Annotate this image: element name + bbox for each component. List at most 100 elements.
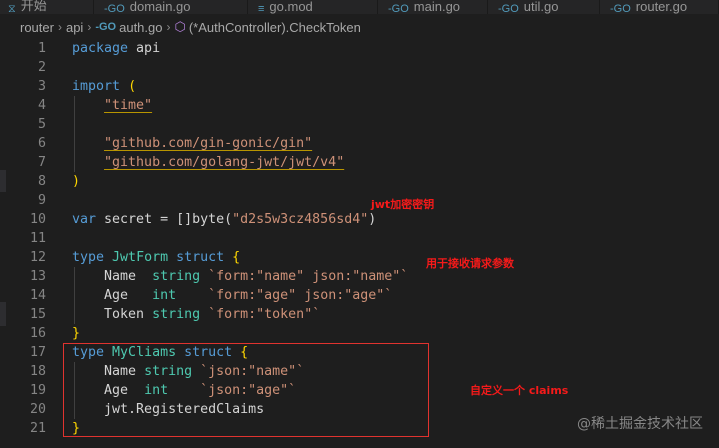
breadcrumb: router › api › -GO auth.go › ⬡ (*AuthCon… [0,14,719,40]
chevron-right-icon: › [57,20,62,34]
code-text: Age int `form:"age" json:"age"` [72,286,392,305]
code-line[interactable]: 5 [0,115,719,134]
code-line[interactable]: 9 [0,191,719,210]
line-number: 9 [37,193,46,208]
line-number: 8 [37,174,46,189]
line-number: 18 [29,364,46,379]
tab-go-mod[interactable]: ≡ go.mod [250,0,378,14]
code-text: Token string `form:"token"` [72,305,320,324]
code-line[interactable]: 16} [0,324,719,343]
breadcrumb-item-file[interactable]: auth.go [119,20,162,35]
code-token: `form:"name" json:"name"` [208,269,409,284]
code-line[interactable]: 12 type JwtForm struct { [0,248,719,267]
code-token: { [232,250,241,265]
line-number: 21 [29,421,46,436]
code-text: "time" [72,96,152,115]
code-token: var [72,212,97,227]
tab-domain-go[interactable]: -GO domain.go [96,0,248,14]
line-number: 4 [37,98,46,113]
code-line[interactable]: 14 Age int `form:"age" json:"age"` [0,286,719,305]
code-token: Name [72,269,153,284]
line-number: 6 [37,136,46,151]
code-token: ( [128,79,137,94]
code-token: JwtForm [112,250,169,265]
code-text: var secret = []byte("d2s5w3cz4856sd4") [72,210,376,229]
line-number: 2 [37,60,46,75]
code-token: Age [72,288,153,303]
code-line[interactable]: 11 [0,229,719,248]
line-number: 13 [29,269,46,284]
code-token: int [152,288,177,303]
code-token: string [152,307,201,322]
tab-main-go[interactable]: -GO main.go [380,0,488,14]
code-token: ) [368,212,377,227]
tab-label: 开始 [20,0,47,13]
line-number: 10 [29,212,46,227]
code-line[interactable]: 7 "github.com/golang-jwt/jwt/v4" [0,153,719,172]
code-token: secret = []byte( [96,212,233,227]
go-file-icon: -GO [498,3,519,15]
tab-label: go.mod [269,0,313,14]
code-token: import [72,79,121,94]
line-number: 5 [37,117,46,132]
code-line[interactable]: 6 "github.com/gin-gonic/gin" [0,134,719,153]
code-token: package [72,41,129,56]
gomod-file-icon: ≡ [258,3,265,15]
code-token: "time" [104,98,153,113]
breadcrumb-item-router[interactable]: router [20,20,54,35]
tab-label: main.go [413,0,461,14]
annotation-claims: 自定义一个 claims [470,384,569,397]
line-number: 14 [29,288,46,303]
breadcrumb-item-api[interactable]: api [66,20,83,35]
go-file-icon: -GO [104,3,125,15]
code-text: "github.com/gin-gonic/gin" [72,134,312,153]
code-text: ) [72,172,80,191]
tab-label: domain.go [129,0,191,14]
tab-util-go[interactable]: -GO util.go [490,0,600,14]
breadcrumb-item-symbol[interactable]: (*AuthController).CheckToken [189,20,361,35]
code-line[interactable]: 13 Name string `form:"name" json:"name"` [0,267,719,286]
code-line[interactable]: 10 var secret = []byte("d2s5w3cz4856sd4") [0,210,719,229]
code-token: "d2s5w3cz4856sd4" [232,212,369,227]
line-number: 11 [29,231,46,246]
code-text: package api [72,39,160,58]
tab-welcome[interactable]: ⧖ 开始 [0,0,94,14]
code-token: "github.com/gin-gonic/gin" [104,136,313,151]
code-line[interactable]: 4 "time" [0,96,719,115]
code-token: api [128,41,161,56]
code-text: "github.com/golang-jwt/jwt/v4" [72,153,344,172]
code-token: type [72,250,105,265]
go-file-icon: -GO [610,3,631,15]
method-cube-icon: ⬡ [174,19,186,34]
tab-router-go[interactable]: -GO router.go [602,0,719,14]
code-token: "github.com/golang-jwt/jwt/v4" [104,155,345,170]
code-line[interactable]: 3 import ( [0,77,719,96]
code-line[interactable]: 2 [0,58,719,77]
code-token: } [72,326,81,341]
go-file-icon: -GO [388,3,409,15]
line-number: 20 [29,402,46,417]
chevron-right-icon: › [166,20,171,34]
code-line[interactable]: 8) [0,172,719,191]
highlight-box [63,343,429,437]
watermark: @稀土掘金技术社区 [577,416,703,432]
code-token: `form:"token"` [208,307,321,322]
line-number: 3 [37,79,46,94]
editor-tab-bar: ⧖ 开始 -GO domain.go ≡ go.mod -GO main.go … [0,0,719,14]
code-token: `form:"age" json:"age"` [208,288,393,303]
line-number: 16 [29,326,46,341]
code-line[interactable]: 15 Token string `form:"token"` [0,305,719,324]
code-line[interactable]: 1 package api [0,39,719,58]
line-number: 19 [29,383,46,398]
code-text: type JwtForm struct { [72,248,240,267]
code-token: struct [176,250,225,265]
line-number: 7 [37,155,46,170]
line-number: 1 [37,41,46,56]
